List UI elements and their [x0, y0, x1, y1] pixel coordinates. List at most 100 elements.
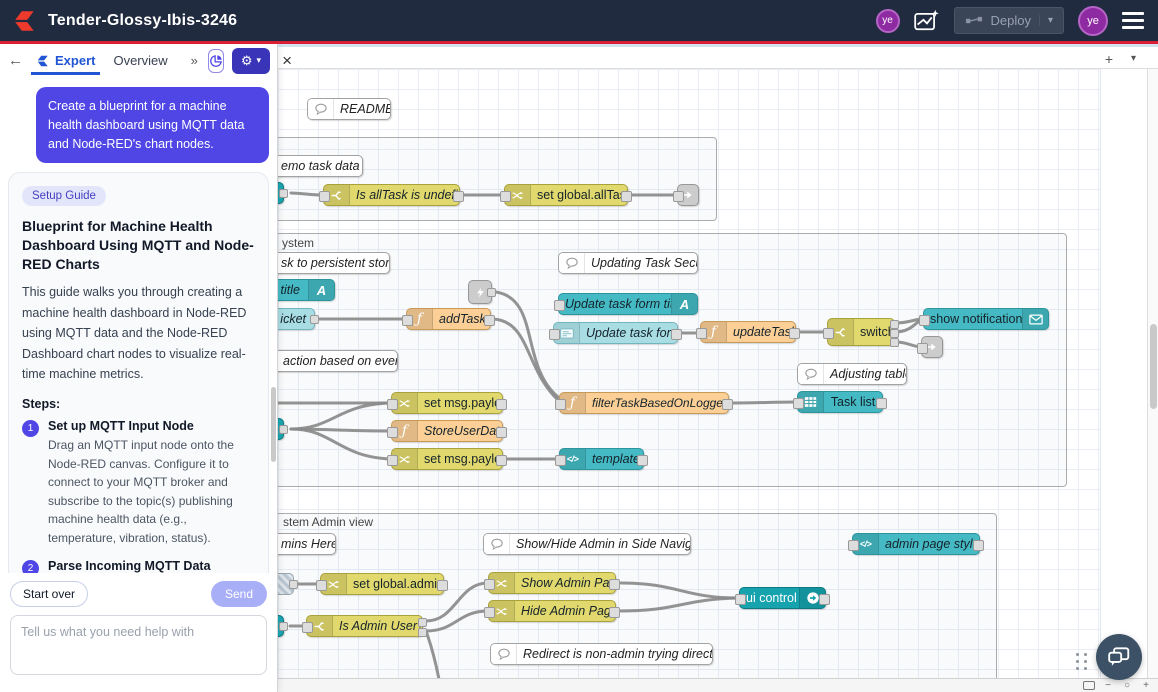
port[interactable]	[890, 338, 899, 347]
comment-icon	[484, 534, 510, 554]
change-node[interactable]: set msg.payload	[391, 392, 503, 414]
comment-node[interactable]: mins Here	[278, 533, 336, 555]
port[interactable]	[487, 288, 496, 297]
chart-panel-button[interactable]	[208, 49, 224, 73]
switch-node[interactable]: Is allTask is undefined	[323, 184, 460, 206]
send-button[interactable]: Send	[211, 581, 267, 607]
ui-template-node[interactable]: </> admin page style	[852, 533, 980, 555]
disabled-node[interactable]	[278, 573, 294, 595]
function-node[interactable]: ƒ addTask	[406, 308, 491, 330]
fab-drag-handle-icon[interactable]	[1076, 653, 1088, 670]
chat-bubbles-icon	[1107, 646, 1131, 668]
port[interactable]	[289, 580, 298, 589]
close-panel-button[interactable]: ×	[278, 51, 296, 71]
tab-overview[interactable]: Overview	[108, 46, 172, 75]
scrollbar-thumb[interactable]	[1150, 324, 1157, 409]
comment-node[interactable]: Show/Hide Admin in Side Navigation	[483, 533, 691, 555]
comment-node[interactable]: Updating Task Securely	[558, 252, 698, 274]
function-icon: ƒ	[560, 393, 586, 413]
comment-node[interactable]: README	[307, 98, 391, 120]
group-label-system: ystem	[282, 236, 314, 250]
instance-title: Tender-Glossy-Ibis-3246	[48, 12, 237, 30]
assistant-message: Setup Guide Blueprint for Machine Health…	[8, 172, 269, 573]
avatar-large[interactable]: ye	[1078, 6, 1108, 36]
port[interactable]	[418, 628, 427, 637]
port[interactable]	[310, 315, 319, 324]
change-node[interactable]: Show Admin Page	[488, 572, 616, 594]
ui-notification-node[interactable]: show notification	[923, 308, 1049, 330]
change-node[interactable]: set global.allTask	[504, 184, 628, 206]
clipped-node[interactable]	[278, 418, 284, 440]
function-node[interactable]: ƒ filterTaskBasedOnLoggedUser	[559, 392, 729, 414]
ui-template-node[interactable]: </> template	[559, 448, 644, 470]
step-1: 1 Set up MQTT Input Node Drag an MQTT in…	[22, 419, 255, 548]
ui-text-node[interactable]: m title A	[278, 279, 335, 301]
ai-assistant-icon[interactable]	[914, 9, 940, 33]
collapse-tabs-icon[interactable]: »	[189, 53, 200, 68]
zoom-reset-button[interactable]: ○	[1121, 681, 1133, 691]
change-node[interactable]: set msg.payload	[391, 448, 503, 470]
change-node[interactable]: Hide Admin Page	[488, 600, 616, 622]
clipped-node[interactable]	[278, 182, 284, 204]
comment-node[interactable]: action based on event	[278, 350, 398, 372]
port[interactable]	[279, 622, 288, 631]
port[interactable]	[890, 320, 899, 329]
start-over-button[interactable]: Start over	[10, 581, 88, 607]
chat-scrollbar-thumb[interactable]	[271, 387, 276, 462]
ui-text-node[interactable]: Update task form title A	[558, 293, 698, 315]
switch-icon	[324, 185, 350, 205]
deploy-caret-icon[interactable]: ▾	[1039, 15, 1053, 26]
flow-canvas[interactable]: ystem stem Admin view	[278, 69, 1147, 678]
ui-button-node[interactable]: icket	[278, 308, 315, 330]
step-number: 1	[22, 420, 39, 437]
deploy-node-icon	[965, 15, 983, 26]
canvas-footer: − ○ +	[278, 678, 1158, 692]
avatar-small[interactable]: ye	[876, 9, 900, 33]
function-node[interactable]: ƒ updateTask	[700, 321, 796, 343]
comment-node[interactable]: Adjusting table	[797, 363, 907, 385]
back-button[interactable]: ←	[8, 52, 23, 69]
text-icon: A	[671, 294, 697, 314]
link-call-node[interactable]	[468, 280, 492, 304]
change-icon	[489, 573, 515, 593]
canvas-vertical-scrollbar[interactable]	[1147, 69, 1158, 678]
switch-node[interactable]: Is Admin User?	[306, 615, 423, 637]
navigator-icon[interactable]	[1083, 681, 1095, 690]
port[interactable]	[890, 329, 899, 338]
template-icon: </>	[853, 534, 879, 554]
ui-form-node[interactable]: Update task form	[553, 322, 678, 344]
link-out-node[interactable]	[921, 336, 943, 358]
top-navbar: Tender-Glossy-Ibis-3246 ye Deploy ▾ ye	[0, 0, 1158, 44]
chat-history[interactable]: Create a blueprint for a machine health …	[0, 77, 277, 573]
guide-intro: This guide walks you through creating a …	[22, 282, 255, 385]
flow-list-caret-icon[interactable]: ▾	[1131, 53, 1136, 64]
change-icon	[392, 393, 418, 413]
change-node[interactable]: set global.admins	[320, 573, 444, 595]
pie-chart-icon	[209, 54, 223, 68]
chat-input[interactable]	[10, 615, 267, 675]
change-icon	[505, 185, 531, 205]
group-label-admin-view: stem Admin view	[283, 515, 373, 529]
port[interactable]	[418, 618, 427, 627]
main-menu-icon[interactable]	[1122, 12, 1144, 29]
tab-expert[interactable]: Expert	[31, 46, 100, 75]
function-node[interactable]: ƒ StoreUserData	[391, 420, 503, 442]
group-demo-task-data[interactable]	[278, 137, 717, 221]
comment-node[interactable]: Redirect is non-admin trying direct acce…	[490, 643, 713, 665]
ui-control-node[interactable]: ui control	[739, 587, 826, 609]
comment-node[interactable]: sk to persistent storage	[278, 252, 390, 274]
link-out-node[interactable]	[677, 184, 699, 206]
port[interactable]	[279, 189, 288, 198]
clipped-node[interactable]	[278, 615, 284, 637]
switch-node[interactable]: switch	[827, 318, 895, 346]
port[interactable]	[279, 425, 288, 434]
comment-node[interactable]: emo task data	[278, 155, 363, 177]
zoom-out-button[interactable]: −	[1102, 681, 1114, 691]
chat-fab-button[interactable]	[1096, 634, 1142, 680]
settings-dropdown-button[interactable]: ⚙▾	[232, 48, 270, 74]
add-flow-button[interactable]: +	[1105, 51, 1113, 67]
deploy-button[interactable]: Deploy ▾	[954, 7, 1065, 34]
zoom-in-button[interactable]: +	[1140, 681, 1152, 691]
ui-table-node[interactable]: Task list	[797, 391, 883, 413]
function-icon: ƒ	[701, 322, 727, 342]
